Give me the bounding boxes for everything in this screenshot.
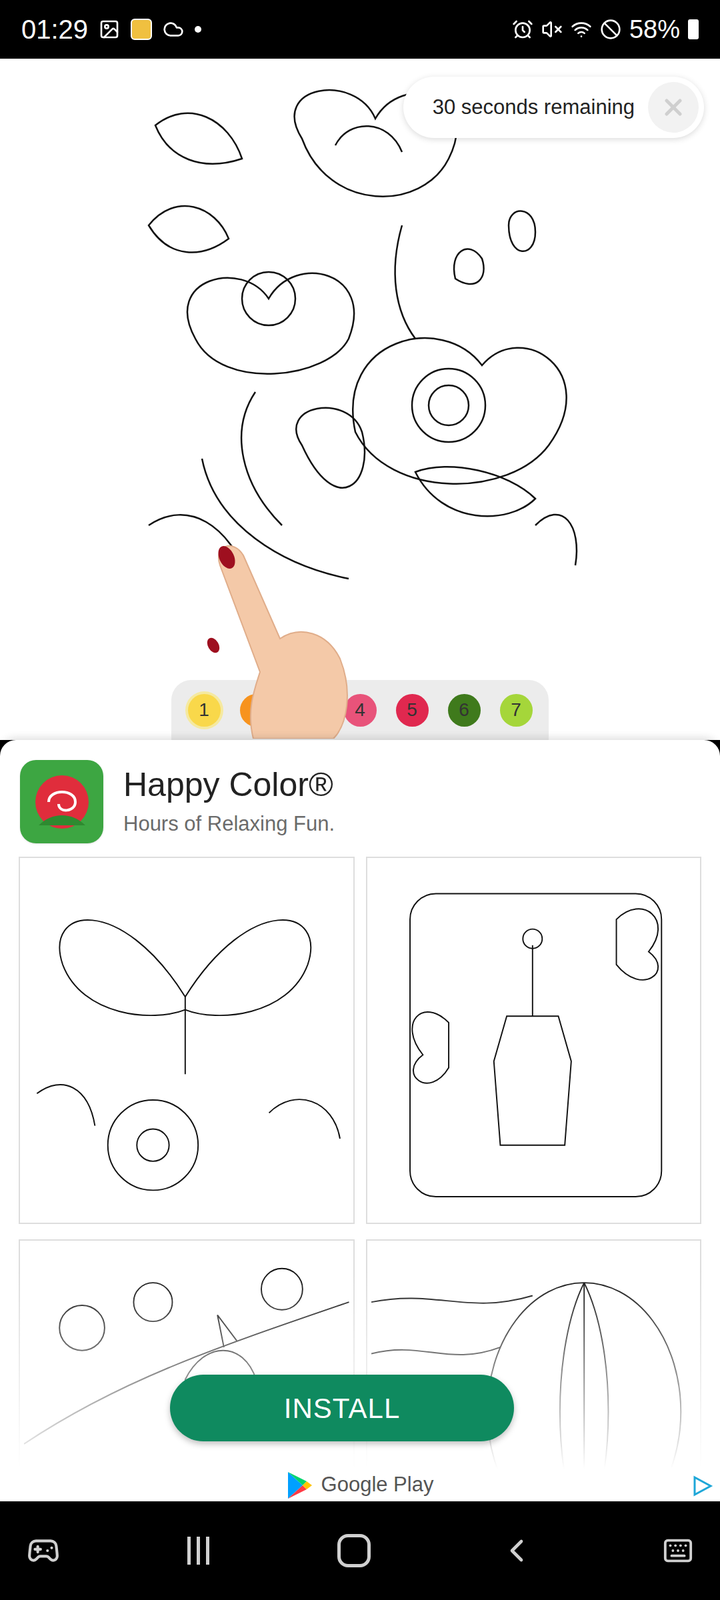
- coloring-picture[interactable]: [135, 58, 585, 597]
- gallery-card[interactable]: [366, 856, 702, 1224]
- adchoices-icon[interactable]: [690, 1474, 714, 1498]
- store-badge[interactable]: Google Play: [0, 1468, 720, 1502]
- do-not-disturb-icon: [600, 18, 622, 40]
- install-button[interactable]: INSTALL: [170, 1374, 514, 1442]
- palette-color[interactable]: 7: [500, 694, 533, 727]
- app-tagline: Hours of Relaxing Fun.: [123, 808, 335, 840]
- recents-button[interactable]: [187, 1536, 210, 1565]
- dot-icon: [194, 26, 202, 33]
- app-notification-icon: [130, 18, 152, 40]
- status-bar: 01:29 58%: [0, 0, 720, 59]
- game-tools-icon[interactable]: [26, 1534, 60, 1568]
- close-button[interactable]: [648, 82, 699, 133]
- cloud-icon: [162, 18, 184, 40]
- back-icon[interactable]: [498, 1532, 536, 1570]
- palette-color[interactable]: 1: [188, 694, 221, 727]
- battery-icon: [688, 19, 699, 40]
- battery-level: 58%: [629, 10, 680, 49]
- timer-text: 30 seconds remaining: [432, 92, 635, 124]
- wifi-icon: [570, 18, 592, 40]
- alarm-icon: [512, 18, 534, 40]
- gallery-card[interactable]: [18, 856, 355, 1224]
- phone-screen: 01:29 58% 124567 30 seconds remaining Happy …: [0, 0, 720, 1600]
- gallery-icon: [98, 18, 120, 40]
- ad-preview[interactable]: 124567 30 seconds remaining: [0, 58, 720, 740]
- app-sheet: Happy Color®Hours of Relaxing Fun. INSTAL…: [0, 740, 720, 1502]
- timer-pill: 30 seconds remaining: [403, 76, 704, 138]
- gallery-picture[interactable]: [371, 862, 697, 1219]
- palette-color[interactable]: 6: [448, 694, 481, 727]
- pointing-hand-icon: [206, 525, 354, 739]
- app-logo-icon: [20, 760, 104, 844]
- app-name: Happy Color®: [123, 764, 335, 806]
- google-play-icon: [286, 1470, 314, 1500]
- keyboard-icon[interactable]: [662, 1535, 694, 1566]
- clock: 01:29: [21, 9, 88, 50]
- palette-color[interactable]: 5: [396, 694, 429, 727]
- gallery-picture[interactable]: [24, 862, 350, 1219]
- navigation-bar: [0, 1501, 720, 1600]
- home-button[interactable]: [337, 1534, 371, 1568]
- close-icon: [660, 94, 687, 121]
- palette-color[interactable]: 4: [344, 694, 377, 727]
- app-header: Happy Color®Hours of Relaxing Fun.: [0, 740, 720, 844]
- mute-icon: [541, 18, 563, 40]
- color-palette: 124567: [171, 680, 549, 740]
